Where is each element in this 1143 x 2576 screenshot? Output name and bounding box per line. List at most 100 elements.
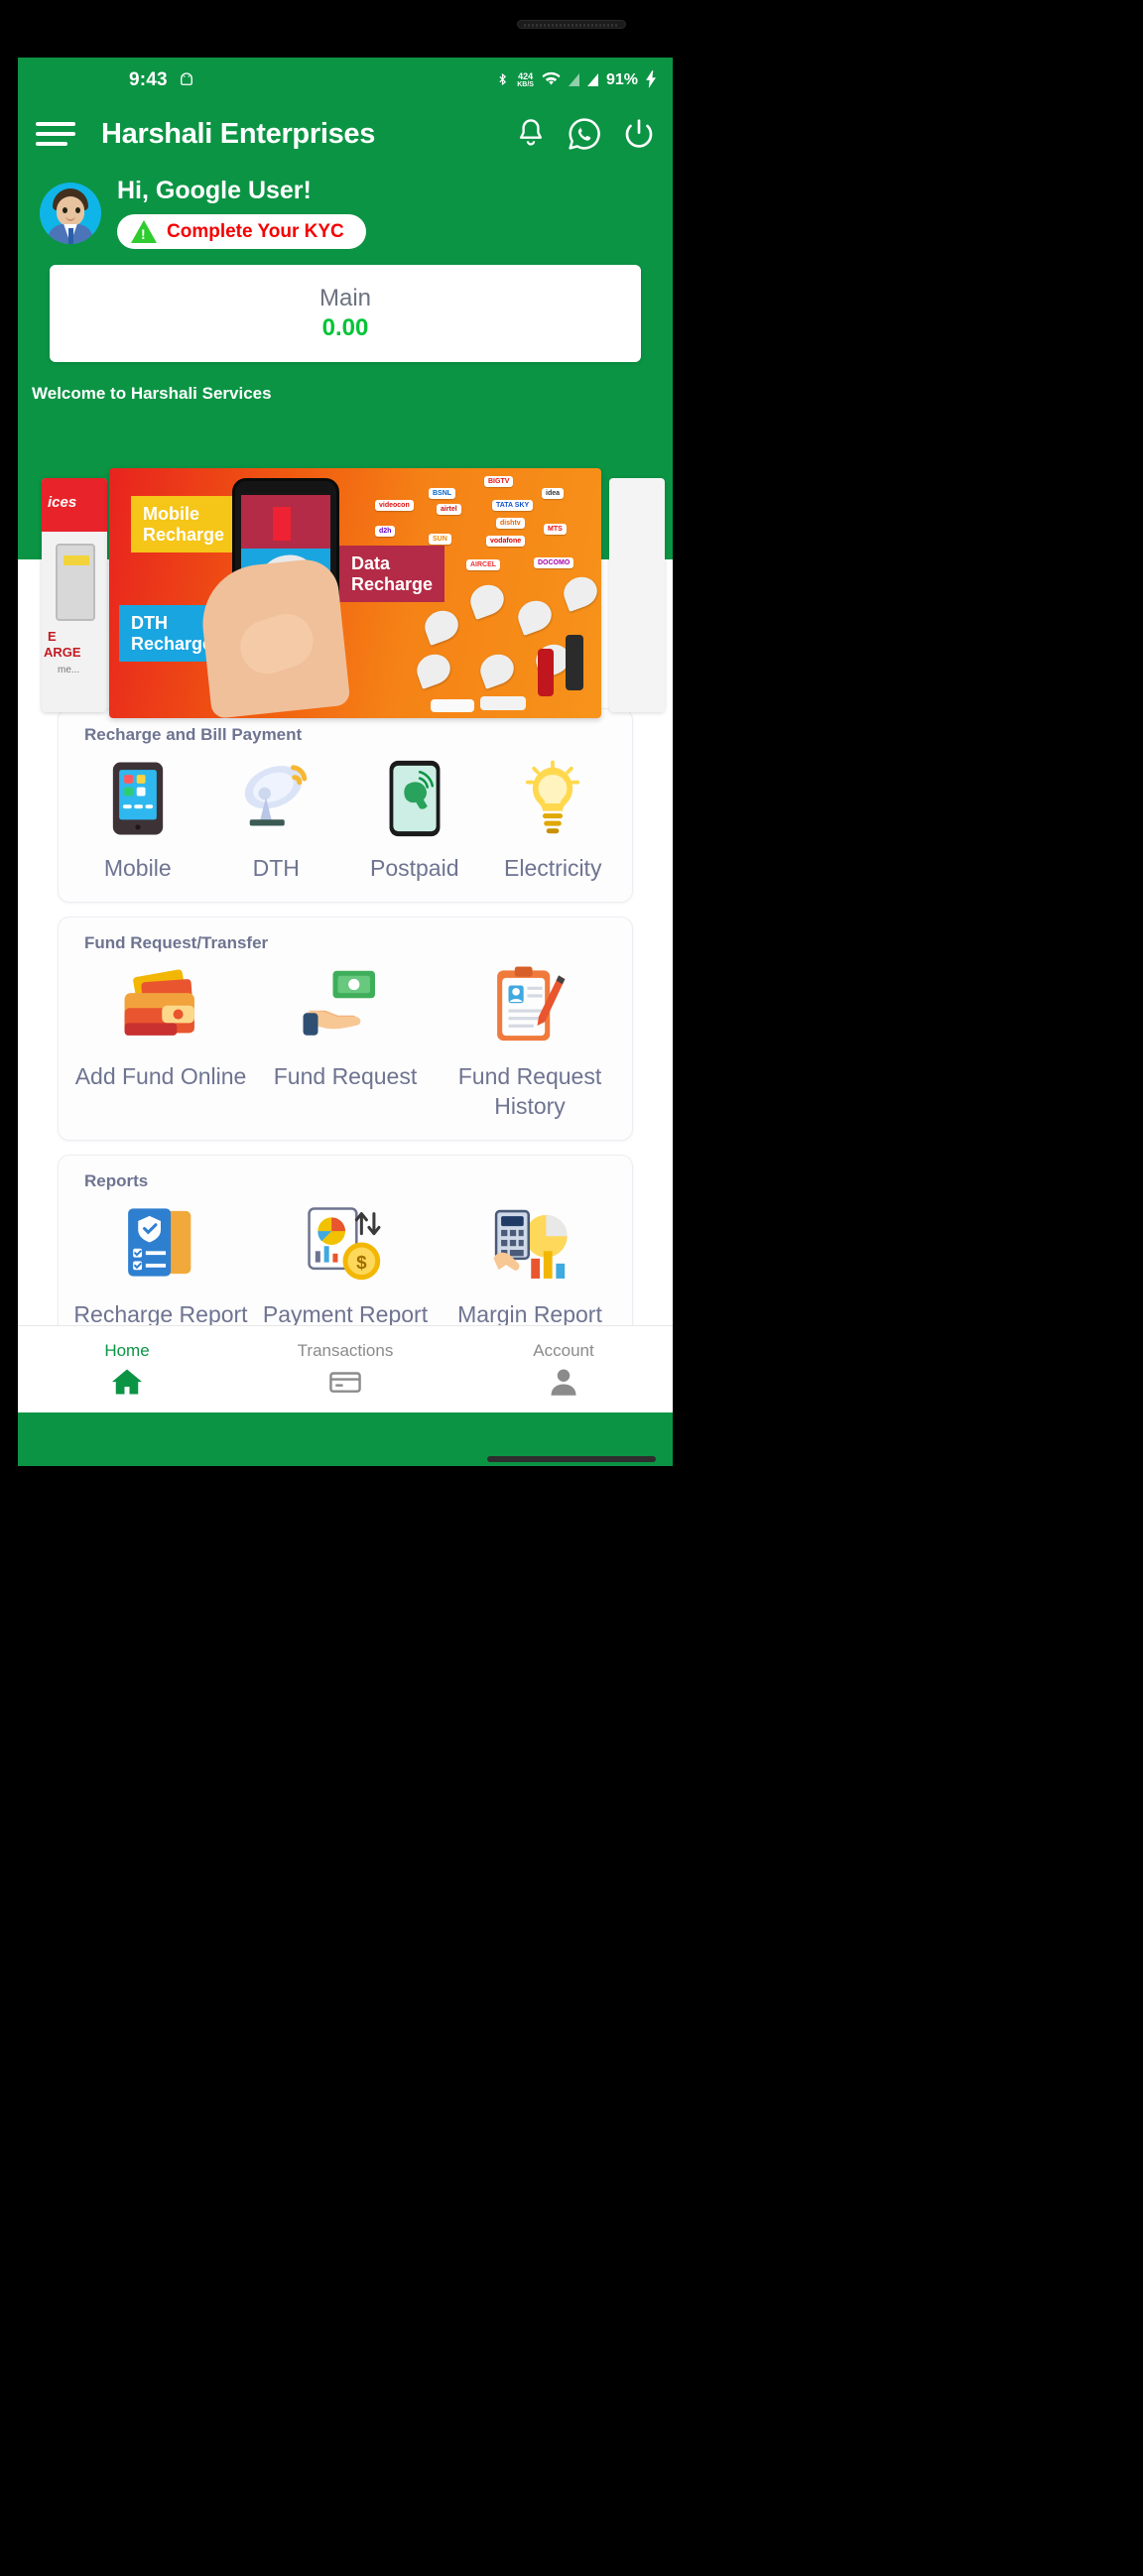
tag-mobile-line2: Recharge bbox=[143, 524, 225, 545]
service-label: Electricity bbox=[504, 855, 602, 881]
network-speed-indicator: 424 KB/S bbox=[517, 71, 534, 89]
avatar[interactable] bbox=[40, 182, 101, 244]
service-label: Fund Request bbox=[273, 1062, 418, 1089]
bottom-navigation-bar: Home Transactions Account bbox=[18, 1325, 673, 1412]
postpaid-phone-icon bbox=[387, 753, 443, 844]
prev-slide-brand: ices bbox=[42, 478, 107, 532]
logo-sundirect: SUN bbox=[429, 534, 451, 545]
service-label: DTH bbox=[252, 855, 300, 881]
network-speed-value: 424 bbox=[518, 71, 534, 81]
service-tile-fund-request[interactable]: Fund Request bbox=[253, 961, 438, 1122]
section-fund-request-transfer: Fund Request/Transfer Add Fund Online Fu… bbox=[58, 916, 633, 1141]
power-icon[interactable] bbox=[623, 118, 655, 150]
hamburger-menu-icon[interactable] bbox=[36, 116, 75, 152]
service-label: Mobile bbox=[103, 855, 172, 881]
prev-slide-line1: E bbox=[48, 629, 57, 644]
greeting-row: Hi, Google User! Complete Your KYC bbox=[18, 165, 673, 249]
battery-percent: 91% bbox=[605, 71, 638, 88]
logo-bsnl: BSNL bbox=[429, 488, 456, 499]
service-tile-margin-report[interactable]: Margin Report bbox=[438, 1199, 622, 1330]
logo-mts: MTS bbox=[544, 524, 567, 535]
android-head-icon bbox=[178, 70, 195, 91]
service-tile-payment-report[interactable]: $ Payment Report bbox=[253, 1199, 438, 1330]
card-icon bbox=[328, 1365, 362, 1399]
calculator-chart-icon bbox=[486, 1199, 573, 1290]
service-tile-mobile[interactable]: Mobile bbox=[68, 753, 207, 884]
content-scroll-area[interactable]: ices E ARGE me... BIGTV BSNL videocon ai… bbox=[18, 456, 673, 1466]
tag-dth-line1: DTH bbox=[131, 613, 168, 633]
main-balance-card[interactable]: Main 0.00 bbox=[50, 265, 641, 362]
wifi-icon bbox=[542, 71, 561, 89]
nav-label: Home bbox=[104, 1340, 150, 1360]
promo-carousel[interactable]: ices E ARGE me... BIGTV BSNL videocon ai… bbox=[18, 456, 673, 718]
service-tile-recharge-report[interactable]: Recharge Report bbox=[68, 1199, 253, 1330]
section-title: Fund Request/Transfer bbox=[84, 932, 269, 952]
logo-bigtv: BIGTV bbox=[484, 476, 514, 487]
balance-value: 0.00 bbox=[321, 314, 369, 341]
network-speed-unit: KB/S bbox=[517, 81, 534, 88]
logo-videocon: videocon bbox=[375, 500, 414, 511]
wallet-money-icon bbox=[117, 961, 204, 1052]
clipboard-pen-icon bbox=[487, 961, 572, 1052]
light-bulb-icon bbox=[519, 753, 586, 844]
complete-kyc-button[interactable]: Complete Your KYC bbox=[117, 214, 366, 249]
carousel-slide-next[interactable] bbox=[609, 478, 665, 712]
section-recharge-bill-payment: Recharge and Bill Payment Mobile DTH Pos… bbox=[58, 708, 633, 903]
svg-text:$: $ bbox=[356, 1252, 367, 1273]
nav-label: Account bbox=[533, 1340, 594, 1360]
signal-bars-icon-2 bbox=[586, 72, 598, 89]
mobile-phone-icon bbox=[110, 753, 166, 844]
phone-device: 9:43 424 KB/S 91% Harshali Enterprises H… bbox=[0, 0, 1143, 2576]
app-screen: 9:43 424 KB/S 91% Harshali Enterprises H… bbox=[18, 58, 673, 1466]
logo-d2h: d2h bbox=[375, 526, 396, 537]
tag-mobile-line1: Mobile bbox=[143, 504, 199, 524]
service-tile-add-fund-online[interactable]: Add Fund Online bbox=[68, 961, 253, 1122]
nav-item-account[interactable]: Account bbox=[454, 1341, 673, 1399]
service-tile-electricity[interactable]: Electricity bbox=[484, 753, 623, 884]
section-reports: Reports Recharge Report $ Payment Report… bbox=[58, 1154, 633, 1349]
home-icon bbox=[110, 1365, 144, 1399]
person-icon bbox=[549, 1365, 578, 1399]
bell-icon[interactable] bbox=[516, 118, 546, 150]
warning-triangle-icon bbox=[131, 220, 157, 243]
logo-vodafone: vodafone bbox=[486, 536, 526, 547]
service-label: Postpaid bbox=[369, 855, 459, 881]
status-bar: 9:43 424 KB/S 91% bbox=[18, 58, 673, 103]
status-clock: 9:43 bbox=[129, 69, 168, 90]
banner-dish-cluster bbox=[351, 567, 601, 716]
charging-bolt-icon bbox=[646, 69, 657, 91]
service-label: Add Fund Online bbox=[74, 1062, 247, 1089]
satellite-dish-icon bbox=[236, 753, 316, 844]
logo-idea: idea bbox=[542, 488, 565, 499]
bluetooth-icon bbox=[496, 70, 509, 91]
hand-cash-icon bbox=[301, 961, 390, 1052]
nav-item-transactions[interactable]: Transactions bbox=[236, 1341, 454, 1399]
earpiece-speaker bbox=[517, 20, 626, 29]
tag-dth-line2: Recharge bbox=[131, 633, 213, 654]
greeting-text: Hi, Google User! bbox=[117, 177, 312, 204]
balance-label: Main bbox=[318, 285, 372, 311]
checklist-document-icon bbox=[118, 1199, 203, 1290]
prev-slide-line3: me... bbox=[58, 665, 80, 675]
signal-bars-icon bbox=[568, 72, 579, 89]
logo-airtel: airtel bbox=[437, 504, 461, 515]
service-tile-fund-request-history[interactable]: Fund Request History bbox=[438, 961, 622, 1122]
app-bar: Harshali Enterprises bbox=[18, 103, 673, 165]
service-tile-dth[interactable]: DTH bbox=[207, 753, 346, 884]
kyc-label: Complete Your KYC bbox=[167, 220, 344, 242]
logo-dishtv: dishtv bbox=[496, 518, 525, 529]
carousel-slide-active[interactable]: BIGTV BSNL videocon airtel TATA SKY dish… bbox=[109, 468, 601, 718]
page-title: Harshali Enterprises bbox=[101, 117, 376, 150]
prev-slide-line2: ARGE bbox=[44, 645, 81, 660]
service-label: Fund Request History bbox=[457, 1062, 602, 1119]
gesture-home-indicator[interactable] bbox=[487, 1456, 656, 1462]
logo-tatasky: TATA SKY bbox=[492, 500, 534, 511]
nav-item-home[interactable]: Home bbox=[18, 1341, 236, 1399]
carousel-slide-previous[interactable]: ices E ARGE me... bbox=[42, 478, 107, 712]
whatsapp-icon[interactable] bbox=[568, 117, 601, 151]
prev-slide-device-art bbox=[56, 544, 95, 621]
section-title: Recharge and Bill Payment bbox=[84, 725, 303, 744]
service-tile-postpaid[interactable]: Postpaid bbox=[345, 753, 484, 884]
banner-tag-mobile-recharge: Mobile Recharge bbox=[131, 496, 237, 553]
section-title: Reports bbox=[84, 1170, 149, 1190]
